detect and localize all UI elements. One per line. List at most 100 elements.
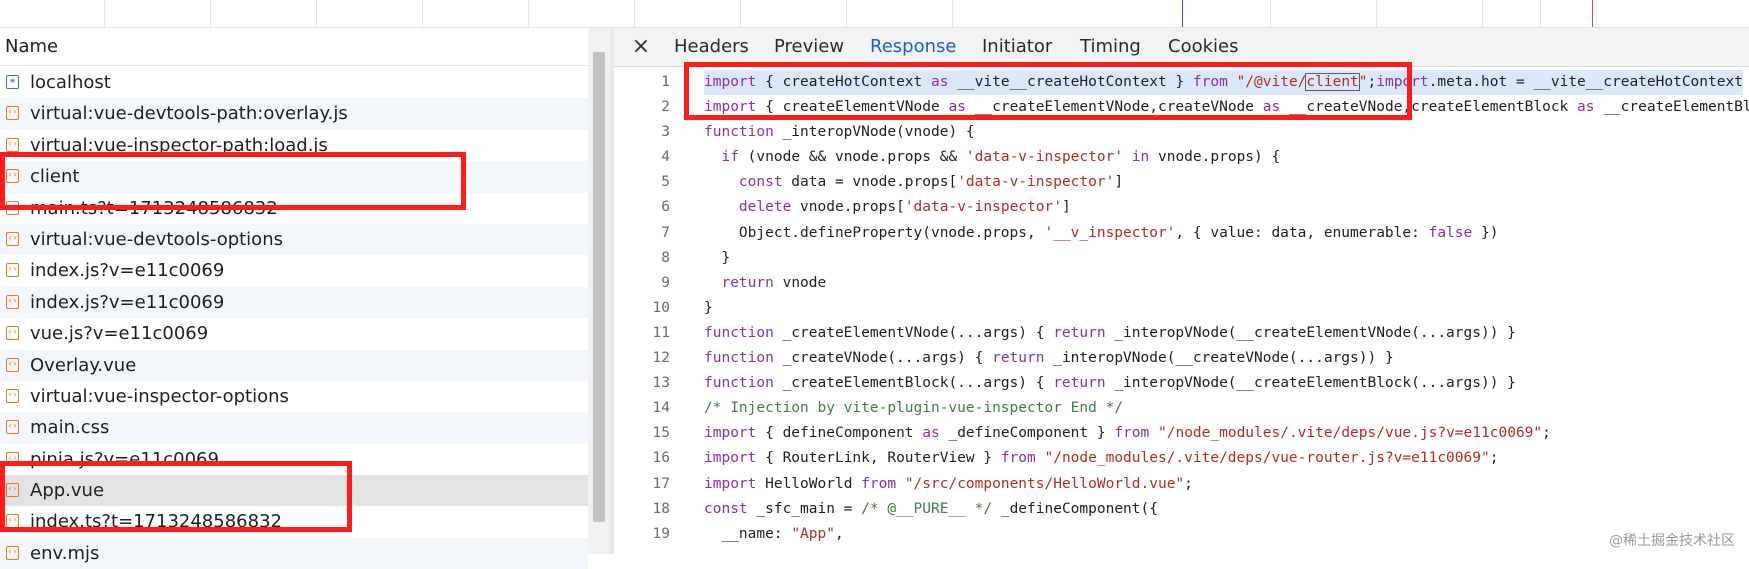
code-text: const data = vnode.props['data-v-inspect… [738, 174, 1124, 191]
code-line: 19 __name: "App", [614, 522, 1749, 547]
line-number: 18 [652, 500, 670, 517]
request-row[interactable]: ‹› client [0, 161, 588, 193]
code-text: function _createElementVNode(...args) { … [704, 324, 1516, 341]
request-name: virtual:vue-inspector-path:load.js [30, 134, 328, 156]
timeline-gridline [952, 0, 953, 27]
code-text: import { defineComponent as _defineCompo… [704, 425, 1551, 442]
code-line: 5 const data = vnode.props['data-v-inspe… [614, 170, 1749, 195]
request-name: vue.js?v=e11c0069 [30, 323, 209, 345]
code-line: 12 function _createVNode(...args) { retur… [614, 346, 1749, 371]
code-line: 8 } [614, 246, 1749, 271]
dom-content-loaded-marker [1182, 0, 1183, 27]
code-text: delete vnode.props['data-v-inspector'] [738, 199, 1071, 216]
response-code-view[interactable]: 1 import { createHotContext as __vite__cr… [614, 70, 1749, 554]
code-line: 11 function _createElementVNode(...args) … [614, 321, 1749, 346]
code-line: 17 import HelloWorld from "/src/component… [614, 472, 1749, 497]
line-number: 13 [652, 375, 670, 392]
name-column-header[interactable]: Name [0, 28, 588, 66]
request-row[interactable]: ‹› index.js?v=e11c0069 [0, 286, 588, 319]
request-name: virtual:vue-devtools-path:overlay.js [30, 103, 348, 125]
tab-response[interactable]: Response [870, 28, 957, 66]
request-row[interactable]: ‹› virtual:vue-inspector-path:load.js [0, 130, 588, 161]
script-icon: ‹› [6, 357, 19, 372]
code-text: if (vnode && vnode.props && 'data-v-insp… [721, 149, 1281, 166]
request-row[interactable]: ‹› main.ts?t=1713248586832 [0, 193, 588, 224]
line-number: 19 [652, 525, 670, 542]
request-row[interactable]: ‹› vue.js?v=e11c0069 [0, 318, 588, 349]
line-number: 11 [652, 324, 670, 341]
line-number: 17 [652, 475, 670, 492]
line-number: 2 [661, 99, 670, 116]
line-number: 16 [652, 450, 670, 467]
timeline-gridline [846, 0, 847, 27]
request-row[interactable]: ‹› App.vue [0, 475, 588, 507]
request-name: pinia.js?v=e11c0069 [30, 448, 219, 470]
timeline-gridline [1540, 0, 1541, 27]
script-icon: ‹› [6, 200, 19, 215]
line-number: 8 [661, 249, 670, 266]
request-row[interactable]: ‹› index.js?v=e11c0069 [0, 255, 588, 286]
code-line: 10} [614, 296, 1749, 321]
code-text: __name: "App", [704, 525, 844, 542]
timeline-gridline [1270, 0, 1271, 27]
line-number: 7 [661, 224, 670, 241]
scrollbar-thumb[interactable] [593, 52, 605, 522]
request-name: index.js?v=e11c0069 [30, 260, 225, 282]
code-line: 2 import { createElementVNode as __create… [614, 95, 1749, 120]
request-detail-panel: × Headers Preview Response Initiator Tim… [614, 28, 1749, 554]
request-row[interactable]: ‹› virtual:vue-devtools-path:overlay.js [0, 98, 588, 130]
request-name: App.vue [30, 480, 105, 502]
line-number: 14 [652, 400, 670, 417]
request-row[interactable]: ‹› pinia.js?v=e11c0069 [0, 444, 588, 475]
request-name: index.ts?t=1713248586832 [30, 511, 282, 533]
request-list-scrollbar[interactable] [588, 28, 610, 554]
request-name: env.mjs [30, 542, 100, 564]
request-name: localhost [30, 72, 111, 93]
code-text: function _createVNode(...args) { return … [704, 350, 1394, 367]
line-number: 6 [661, 199, 670, 216]
timeline-gridline [528, 0, 529, 27]
load-marker [1592, 0, 1593, 27]
request-row[interactable]: ‹› index.ts?t=1713248586832 [0, 506, 588, 537]
request-name: main.css [30, 417, 110, 439]
code-text: /* Injection by vite-plugin-vue-inspecto… [704, 400, 1124, 417]
request-row[interactable]: ≡ localhost [0, 67, 588, 98]
tab-preview[interactable]: Preview [774, 28, 844, 66]
request-name: virtual:vue-inspector-options [30, 385, 289, 407]
tab-initiator[interactable]: Initiator [982, 28, 1052, 66]
timeline-gridline [104, 0, 105, 27]
code-line: 1 import { createHotContext as __vite__cr… [614, 70, 1749, 96]
code-line: 16 import { RouterLink, RouterView } from… [614, 446, 1749, 471]
request-row[interactable]: ‹› main.css [0, 412, 588, 444]
code-text: import { RouterLink, RouterView } from "… [704, 450, 1499, 467]
document-icon: ≡ [6, 75, 19, 89]
line-number: 9 [661, 274, 670, 291]
timeline-gridline [210, 0, 211, 27]
script-icon: ‹› [6, 388, 19, 403]
request-row[interactable]: ‹› env.mjs [0, 537, 588, 569]
code-line: 13 function _createElementBlock(...args) … [614, 371, 1749, 396]
script-icon: ‹› [6, 263, 19, 278]
tab-cookies[interactable]: Cookies [1168, 28, 1238, 66]
request-name: client [30, 166, 80, 188]
close-icon[interactable]: × [630, 28, 652, 66]
code-line: 9 return vnode [614, 271, 1749, 296]
request-row[interactable]: ‹› virtual:vue-devtools-options [0, 223, 588, 256]
code-line: 14 /* Injection by vite-plugin-vue-inspec… [614, 396, 1749, 421]
code-line: 3 function _interopVNode(vnode) { [614, 120, 1749, 145]
code-text: return vnode [721, 274, 827, 291]
script-icon: ‹› [6, 514, 19, 529]
timeline-gridline [1482, 0, 1483, 27]
timeline-gridline [634, 0, 635, 27]
network-timeline[interactable] [0, 0, 1749, 28]
tab-timing[interactable]: Timing [1080, 28, 1141, 66]
tab-headers[interactable]: Headers [674, 28, 749, 66]
line-number: 5 [661, 174, 670, 191]
request-name: index.js?v=e11c0069 [30, 291, 225, 313]
request-row[interactable]: ‹› virtual:vue-inspector-options [0, 381, 588, 412]
code-text: function _createElementBlock(...args) { … [704, 375, 1516, 392]
request-row[interactable]: ‹› Overlay.vue [0, 349, 588, 381]
line-number: 1 [661, 74, 670, 90]
request-name: virtual:vue-devtools-options [30, 228, 283, 250]
code-line: 7 Object.defineProperty(vnode.props, '__… [614, 221, 1749, 246]
